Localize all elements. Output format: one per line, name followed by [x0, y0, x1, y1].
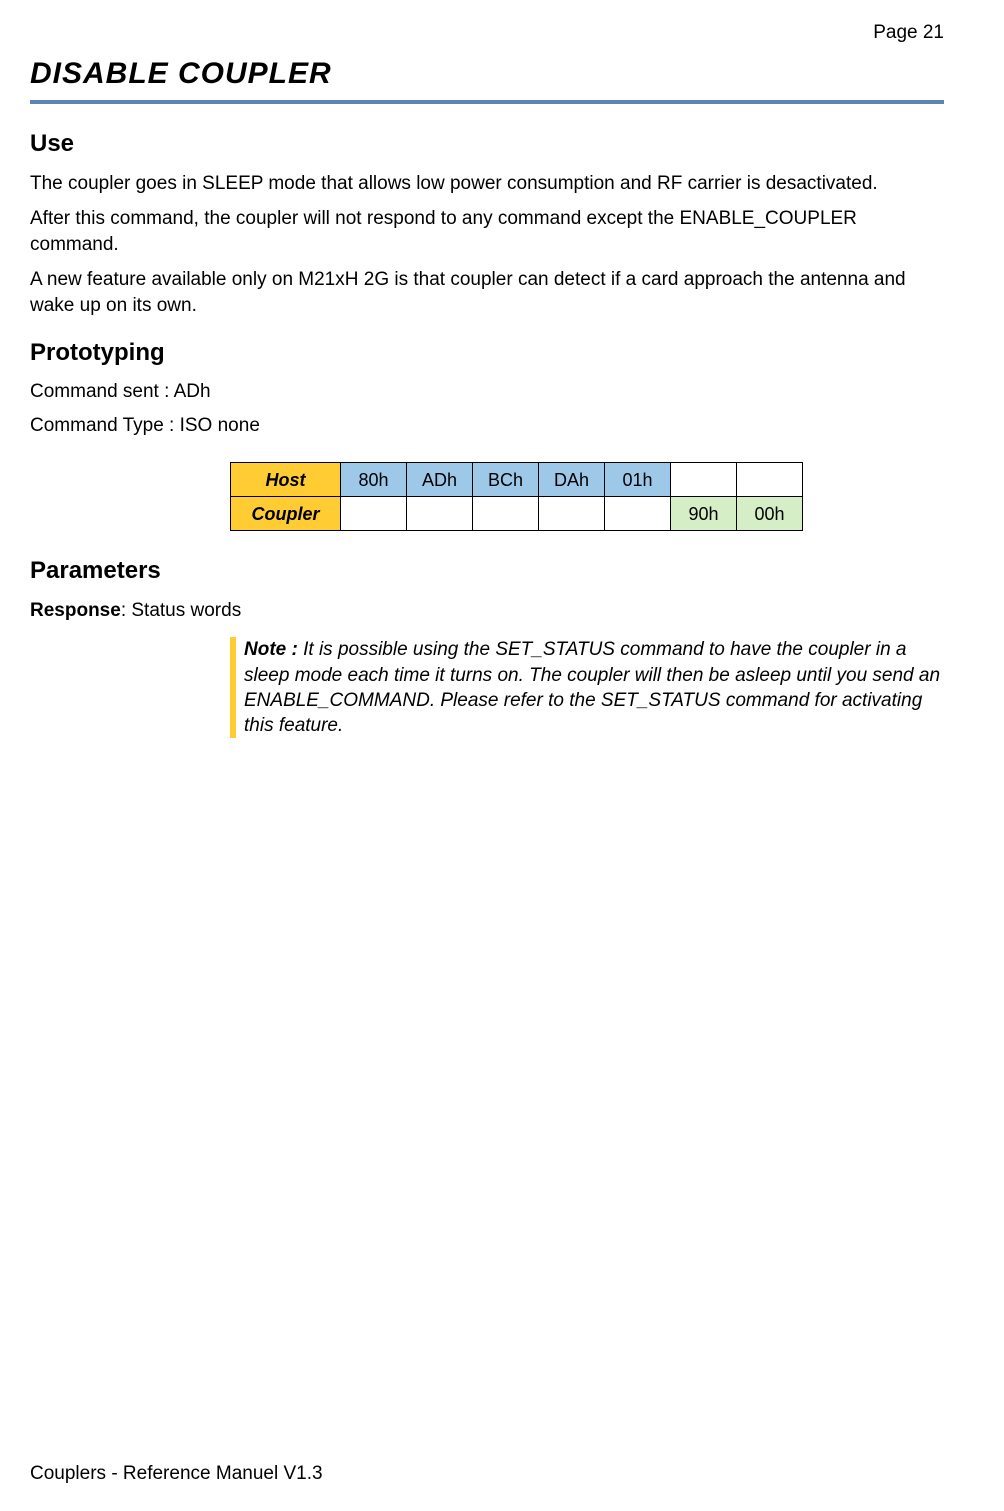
title-rule — [30, 100, 944, 104]
coupler-byte-cell: 90h — [671, 497, 737, 531]
command-type: Command Type : ISO none — [30, 413, 944, 439]
note-block: Note : It is possible using the SET_STAT… — [230, 637, 944, 737]
page-title: DISABLE COUPLER — [30, 54, 944, 95]
response-label: Response — [30, 600, 121, 621]
response-line: Response: Status words — [30, 598, 944, 624]
host-byte-cell: 01h — [605, 463, 671, 497]
use-para-2: After this command, the coupler will not… — [30, 206, 944, 257]
host-byte-cell: 80h — [341, 463, 407, 497]
host-label-cell: Host — [231, 463, 341, 497]
empty-cell — [605, 497, 671, 531]
empty-cell — [473, 497, 539, 531]
use-para-1: The coupler goes in SLEEP mode that allo… — [30, 171, 944, 197]
parameters-heading: Parameters — [30, 555, 944, 587]
page-number: Page 21 — [30, 20, 944, 46]
prototyping-heading: Prototyping — [30, 337, 944, 369]
coupler-byte-cell: 00h — [737, 497, 803, 531]
note-label: Note : — [244, 639, 298, 660]
command-sent: Command sent : ADh — [30, 379, 944, 405]
empty-cell — [671, 463, 737, 497]
protocol-table: Host 80h ADh BCh DAh 01h Coupler 90h 00h — [230, 462, 944, 531]
empty-cell — [407, 497, 473, 531]
use-para-3: A new feature available only on M21xH 2G… — [30, 267, 944, 318]
host-byte-cell: DAh — [539, 463, 605, 497]
empty-cell — [341, 497, 407, 531]
use-heading: Use — [30, 128, 944, 160]
note-text: It is possible using the SET_STATUS comm… — [244, 639, 940, 735]
empty-cell — [737, 463, 803, 497]
coupler-label-cell: Coupler — [231, 497, 341, 531]
host-byte-cell: ADh — [407, 463, 473, 497]
table-row: Host 80h ADh BCh DAh 01h — [231, 463, 803, 497]
footer: Couplers - Reference Manuel V1.3 — [30, 1461, 323, 1487]
host-byte-cell: BCh — [473, 463, 539, 497]
table-row: Coupler 90h 00h — [231, 497, 803, 531]
empty-cell — [539, 497, 605, 531]
response-text: : Status words — [121, 600, 241, 621]
